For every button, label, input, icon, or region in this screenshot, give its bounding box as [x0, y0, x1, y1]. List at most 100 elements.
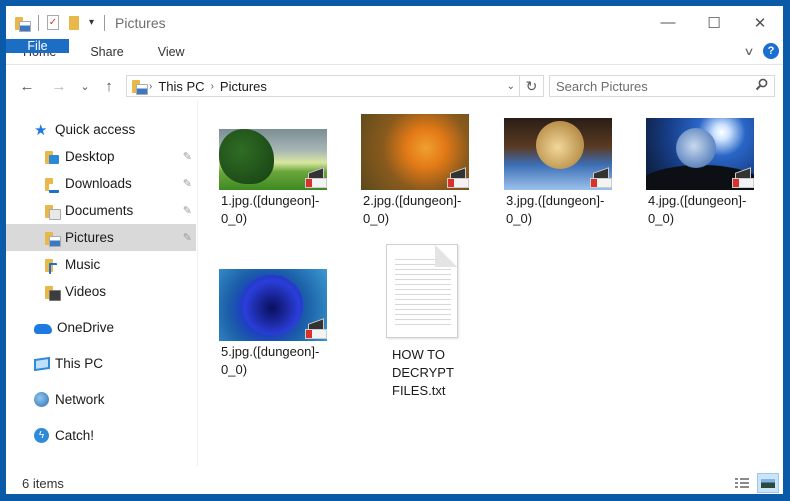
breadcrumb-separator: › — [210, 80, 214, 92]
window-title: Pictures — [115, 14, 166, 31]
pictures-folder-icon — [131, 78, 148, 95]
image-thumbnail — [646, 118, 754, 190]
desktop-folder-icon — [44, 149, 60, 165]
forward-button[interactable]: → — [48, 78, 70, 95]
sidebar-item-network[interactable]: Network — [6, 386, 196, 413]
file-list: 1.jpg.([dungeon]- 0_0) 2.jpg.([dungeon]- 0… — [206, 101, 783, 466]
sidebar-item-downloads[interactable]: Downloads ✎ — [6, 170, 196, 197]
encrypted-file-overlay-icon — [732, 170, 754, 188]
title-bar: ✓ ▾ Pictures — ☐ ✕ — [6, 6, 783, 39]
search-input[interactable] — [556, 78, 746, 94]
ribbon-right-controls: ∨ ? — [743, 43, 779, 59]
title-separator — [104, 14, 106, 31]
file-name: 3.jpg.([dungeon]- 0_0) — [506, 193, 605, 226]
pictures-folder-icon — [44, 230, 61, 247]
expand-ribbon-icon[interactable]: ∨ — [743, 45, 754, 58]
encrypted-file-overlay-icon — [447, 170, 469, 188]
navigation-pane: ★ Quick access Desktop ✎ Downloads ✎ Doc… — [6, 116, 196, 466]
encrypted-file-overlay-icon — [305, 321, 327, 339]
breadcrumb-pictures[interactable]: Pictures — [220, 79, 267, 94]
image-thumbnail — [361, 114, 469, 190]
pane-divider[interactable] — [197, 101, 198, 466]
pin-icon[interactable]: ✎ — [183, 150, 192, 163]
downloads-folder-icon — [44, 176, 60, 193]
back-button[interactable]: ← — [16, 78, 38, 95]
sidebar-item-label: Videos — [65, 284, 107, 299]
sidebar-item-label: Quick access — [55, 122, 136, 137]
sidebar-item-label: OneDrive — [57, 320, 115, 335]
sidebar-item-quick-access[interactable]: ★ Quick access — [6, 116, 196, 143]
documents-folder-icon — [44, 203, 61, 220]
tab-share[interactable]: Share — [73, 39, 140, 64]
image-thumbnail — [219, 269, 327, 341]
music-folder-icon — [44, 257, 60, 274]
sidebar-item-desktop[interactable]: Desktop ✎ — [6, 143, 196, 170]
sidebar-item-label: Music — [65, 257, 101, 272]
help-icon[interactable]: ? — [763, 43, 779, 59]
videos-folder-icon — [44, 284, 61, 301]
refresh-button[interactable]: ↻ — [519, 75, 543, 97]
sidebar-item-label: Pictures — [65, 230, 114, 245]
file-name: 5.jpg.([dungeon]- 0_0) — [221, 344, 320, 377]
window-controls: — ☐ ✕ — [645, 6, 783, 39]
onedrive-cloud-icon — [34, 323, 52, 334]
pin-icon[interactable]: ✎ — [183, 177, 192, 190]
sidebar-item-label: Documents — [65, 203, 134, 218]
checkmark-doc-icon[interactable]: ✓ — [47, 15, 59, 30]
status-bar: 6 items — [6, 472, 783, 494]
recent-locations-button[interactable]: ⌄ — [74, 80, 96, 93]
computer-icon — [34, 356, 50, 371]
sidebar-item-label: Downloads — [65, 176, 132, 191]
file-name: 4.jpg.([dungeon]- 0_0) — [648, 193, 747, 226]
up-button[interactable]: ↑ — [98, 78, 120, 95]
sidebar-item-label: This PC — [55, 356, 104, 371]
details-view-button[interactable] — [731, 473, 753, 493]
sidebar-item-documents[interactable]: Documents ✎ — [6, 197, 196, 224]
file-name: 2.jpg.([dungeon]- 0_0) — [363, 193, 462, 226]
catch-lightning-icon: ϟ — [34, 428, 49, 443]
sidebar-item-label: Network — [55, 392, 105, 407]
toolbar-separator — [38, 14, 39, 31]
address-bar[interactable]: › This PC › Pictures ⌄ ↻ — [126, 75, 544, 97]
navigation-bar: ← → ⌄ ↑ › This PC › Pictures ⌄ ↻ — [6, 72, 783, 100]
thumbnail-view-icon — [761, 478, 775, 488]
star-icon: ★ — [34, 121, 48, 139]
file-name: HOW TO DECRYPT FILES.txt — [392, 347, 454, 398]
search-box[interactable] — [549, 75, 775, 97]
encrypted-file-overlay-icon — [305, 170, 327, 188]
sidebar-item-videos[interactable]: Videos — [6, 278, 196, 305]
sidebar-item-label: Desktop — [65, 149, 115, 164]
image-thumbnail — [504, 118, 612, 190]
new-folder-icon[interactable] — [69, 15, 79, 30]
sidebar-item-label: Catch! — [55, 428, 95, 443]
sidebar-item-this-pc[interactable]: This PC — [6, 350, 196, 377]
maximize-button[interactable]: ☐ — [691, 6, 737, 39]
breadcrumb-this-pc[interactable]: This PC — [158, 79, 204, 94]
close-button[interactable]: ✕ — [737, 6, 783, 39]
file-name: 1.jpg.([dungeon]- 0_0) — [221, 193, 320, 226]
image-thumbnail — [219, 129, 327, 190]
ribbon-tabs: File Home Share View ∨ ? — [6, 39, 783, 65]
address-dropdown-icon[interactable]: ⌄ — [507, 81, 515, 92]
minimize-button[interactable]: — — [645, 6, 691, 39]
customize-dropdown-icon[interactable]: ▾ — [89, 17, 94, 28]
breadcrumb-separator: › — [149, 80, 153, 92]
tab-file[interactable]: File — [6, 39, 69, 53]
sidebar-item-pictures[interactable]: Pictures ✎ — [6, 224, 196, 251]
quick-access-toolbar: ✓ ▾ — [14, 14, 113, 32]
pin-icon[interactable]: ✎ — [183, 231, 192, 244]
folder-properties-icon[interactable] — [14, 15, 31, 32]
large-icons-view-button[interactable] — [757, 473, 779, 493]
item-count: 6 items — [22, 475, 64, 491]
search-icon[interactable] — [755, 78, 768, 94]
network-icon — [34, 392, 49, 407]
view-switcher — [731, 473, 779, 493]
pin-icon[interactable]: ✎ — [183, 204, 192, 217]
sidebar-item-music[interactable]: Music — [6, 251, 196, 278]
file-explorer-window: ✓ ▾ Pictures — ☐ ✕ File Home Share View … — [6, 6, 783, 494]
encrypted-file-overlay-icon — [590, 170, 612, 188]
sidebar-item-catch[interactable]: ϟ Catch! — [6, 422, 196, 449]
tab-view[interactable]: View — [141, 39, 202, 64]
sidebar-item-onedrive[interactable]: OneDrive — [6, 314, 196, 341]
text-document-icon — [386, 244, 458, 338]
